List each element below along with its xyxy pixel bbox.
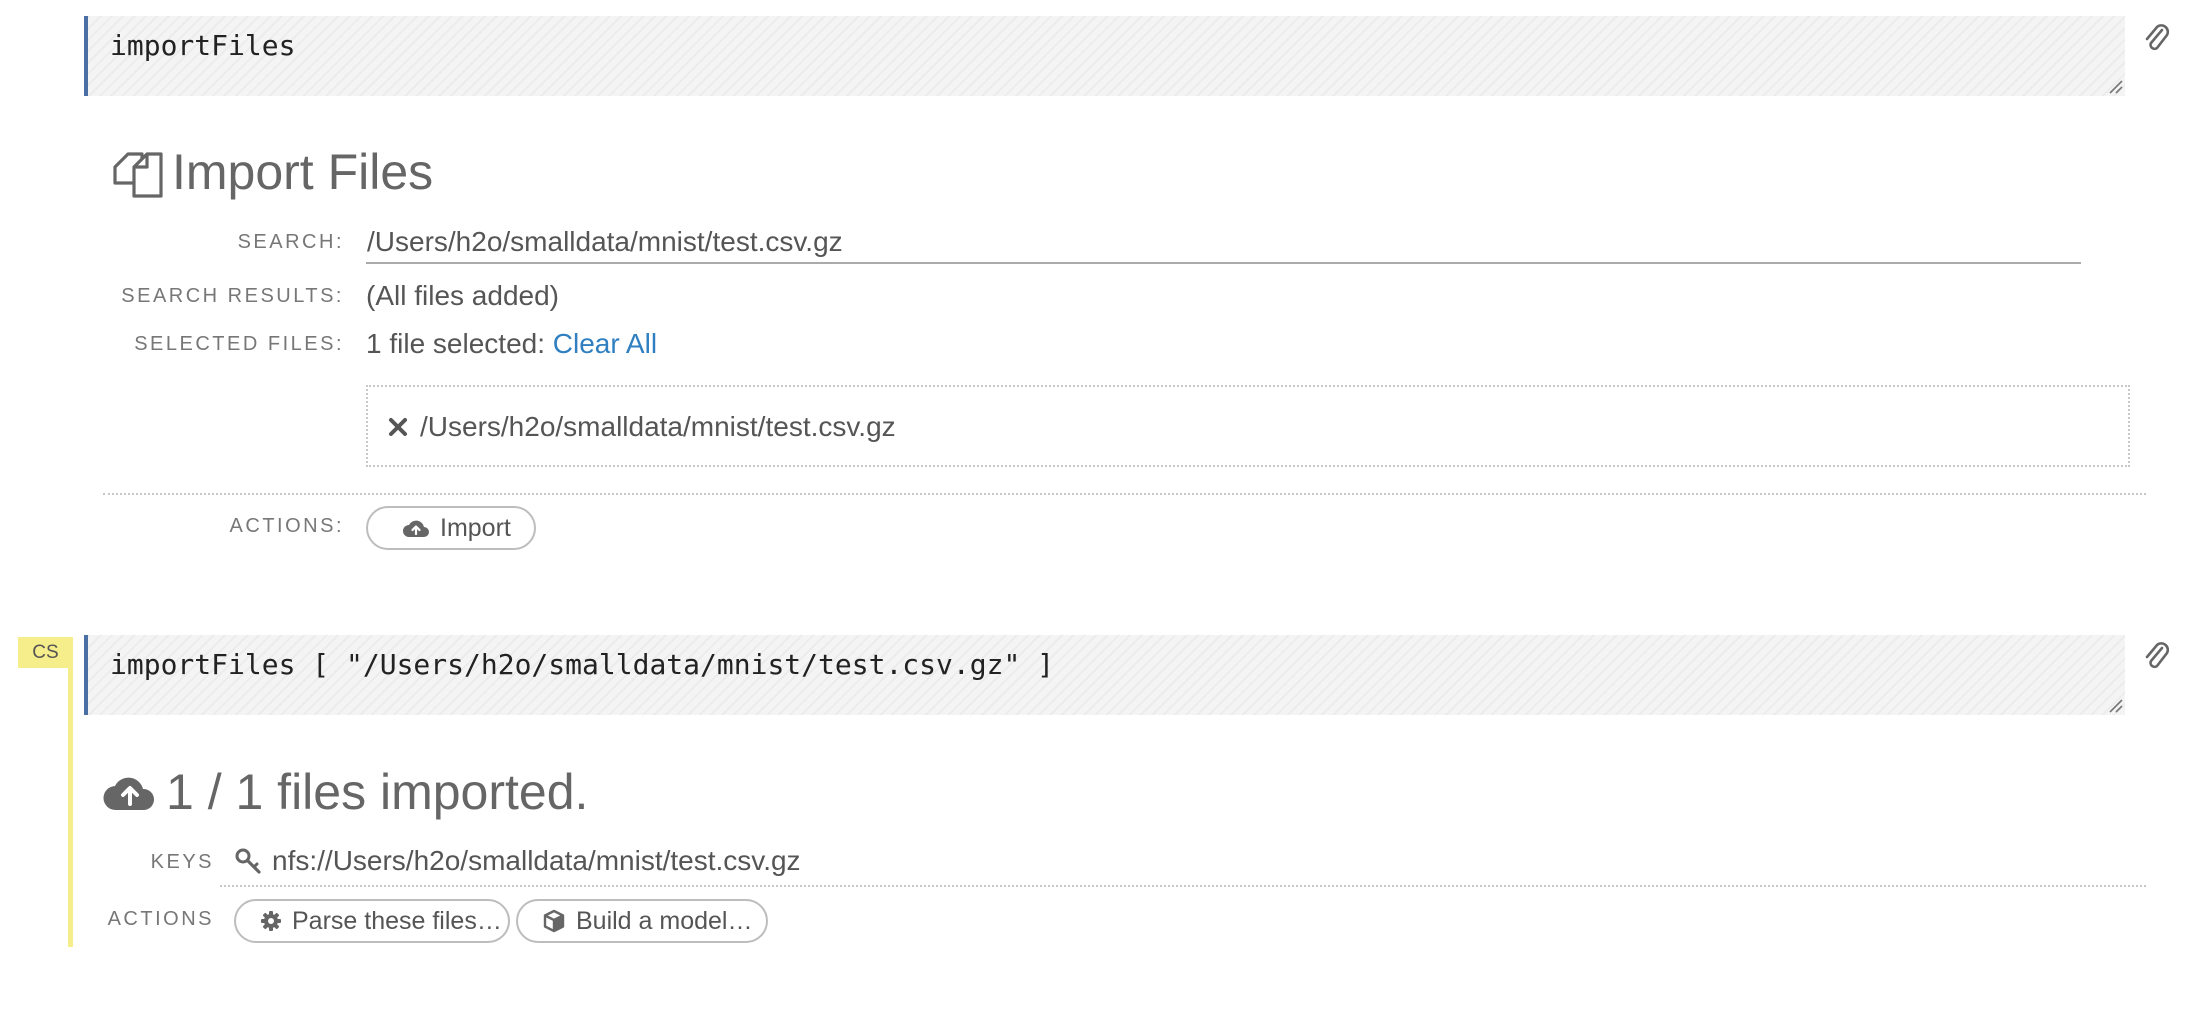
paperclip-icon[interactable] <box>2142 640 2170 674</box>
files-icon <box>113 152 163 198</box>
actions-label: ACTIONS: <box>229 515 344 537</box>
selected-file-path: /Users/h2o/smalldata/mnist/test.csv.gz <box>420 411 896 442</box>
parse-files-label: Parse these files… <box>292 906 502 935</box>
import-button[interactable]: Import <box>366 506 536 550</box>
code-cell-2[interactable]: importFiles [ "/Users/h2o/smalldata/mnis… <box>84 635 2125 715</box>
selected-files-value: 1 file selected: Clear All <box>366 328 657 360</box>
search-label: SEARCH: <box>237 231 344 253</box>
import-files-title: Import Files <box>172 144 434 200</box>
active-cell-bar <box>68 668 73 947</box>
cloud-upload-icon <box>103 777 155 811</box>
divider <box>103 493 2146 495</box>
selected-files-box: /Users/h2o/smalldata/mnist/test.csv.gz <box>366 385 2130 467</box>
remove-file-icon[interactable] <box>388 417 408 437</box>
code-text: importFiles [ "/Users/h2o/smalldata/mnis… <box>110 648 1055 681</box>
keys-label: KEYS <box>150 851 214 873</box>
code-cell-1[interactable]: importFiles <box>84 16 2125 96</box>
code-text: importFiles <box>110 29 296 62</box>
key-item[interactable]: nfs://Users/h2o/smalldata/mnist/test.csv… <box>234 845 801 877</box>
divider <box>220 885 2146 887</box>
clear-all-link[interactable]: Clear All <box>553 328 657 359</box>
cell-type-badge[interactable]: CS <box>18 637 73 668</box>
cube-icon <box>543 909 565 933</box>
import-button-label: Import <box>440 513 511 542</box>
key-icon <box>235 848 261 874</box>
parse-files-button[interactable]: Parse these files… <box>234 899 510 943</box>
search-results-value: (All files added) <box>366 280 559 311</box>
selected-files-label: SELECTED FILES: <box>134 333 344 355</box>
key-value: nfs://Users/h2o/smalldata/mnist/test.csv… <box>272 845 801 876</box>
selected-count-text: 1 file selected: <box>366 328 545 359</box>
build-model-label: Build a model… <box>576 906 753 935</box>
build-model-button[interactable]: Build a model… <box>516 899 768 943</box>
gear-icon <box>261 911 281 931</box>
cloud-upload-icon <box>403 520 429 537</box>
paperclip-icon[interactable] <box>2142 22 2170 56</box>
files-imported-title: 1 / 1 files imported. <box>166 764 589 820</box>
resize-grip-icon[interactable] <box>2107 697 2123 713</box>
search-results-label: SEARCH RESULTS: <box>121 285 344 307</box>
resize-grip-icon[interactable] <box>2107 78 2123 94</box>
actions-label: ACTIONS <box>107 908 214 930</box>
search-input[interactable] <box>366 222 2081 264</box>
selected-file-item: /Users/h2o/smalldata/mnist/test.csv.gz <box>388 411 896 443</box>
